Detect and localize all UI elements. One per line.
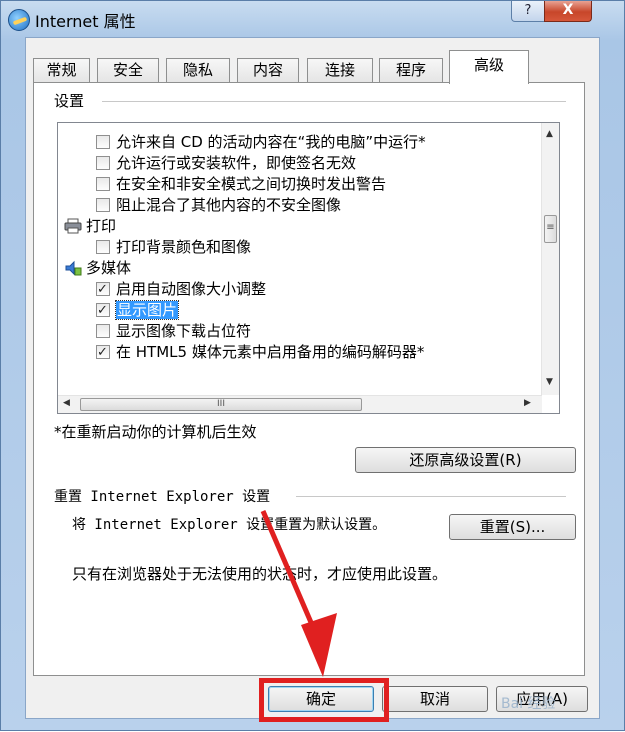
arrow-head bbox=[301, 613, 337, 677]
tab-advanced[interactable]: 高级 bbox=[449, 50, 529, 84]
red-arrow-annotation bbox=[260, 510, 337, 677]
arrow-shaft bbox=[260, 510, 322, 642]
internet-options-window: Internet 属性 ? X 常规 安全 隐私 内容 连接 程序 高级 设置 … bbox=[0, 0, 625, 731]
highlight-box bbox=[259, 678, 389, 722]
watermark: Bai 经验 bbox=[501, 696, 556, 712]
